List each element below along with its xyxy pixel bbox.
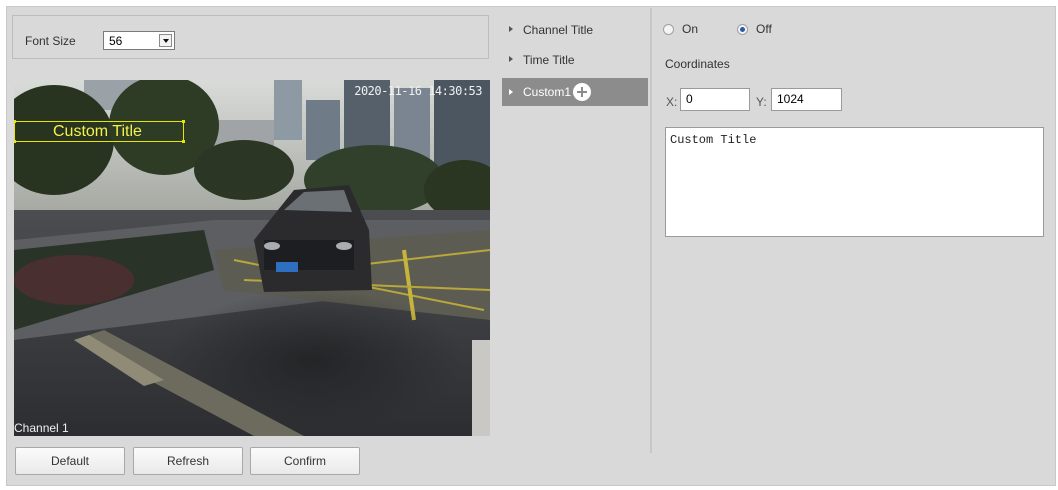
resize-handle[interactable] [14,120,16,123]
x-coordinate-input[interactable]: 0 [680,88,750,111]
custom-title-overlay[interactable]: Custom Title [14,120,185,143]
custom-title-overlay-text: Custom Title [53,123,142,140]
resize-handle[interactable] [182,140,185,143]
on-radio[interactable] [663,24,674,35]
font-size-select[interactable]: 56 [103,31,175,50]
off-radio[interactable] [737,24,748,35]
column-divider [650,8,652,453]
resize-handle[interactable] [14,140,16,143]
tree-item-label: Channel Title [523,23,594,37]
font-size-label: Font Size [25,34,76,48]
osd-channel-label: Channel 1 [14,421,69,435]
default-button[interactable]: Default [15,447,125,475]
caret-right-icon [509,56,513,62]
custom-text-textarea[interactable]: Custom Title [665,127,1044,237]
tree-item-label: Custom1 [523,85,572,99]
coordinates-label: Coordinates [665,57,730,71]
y-coordinate-input[interactable]: 1024 [771,88,842,111]
tree-item-channel-title[interactable]: Channel Title [502,16,648,46]
chevron-down-icon[interactable] [159,34,172,47]
add-icon[interactable] [573,83,591,101]
resize-handle[interactable] [182,120,185,123]
font-size-value: 56 [109,34,123,48]
confirm-button[interactable]: Confirm [250,447,360,475]
on-radio-label: On [682,22,699,36]
video-preview: 2020-11-16 14:30:53 Custom Title Channel… [14,80,490,436]
tree-item-label: Time Title [523,53,575,67]
font-size-panel: Font Size 56 [12,15,489,59]
refresh-button[interactable]: Refresh [133,447,243,475]
tree-item-time-title[interactable]: Time Title [502,46,648,76]
off-radio-label: Off [756,22,772,36]
y-label: Y: [756,95,767,109]
caret-right-icon [509,26,513,32]
x-label: X: [666,95,678,109]
tree-item-custom1[interactable]: Custom1 [502,78,648,106]
overlay-type-list: Channel Title Time Title Custom1 [502,16,648,106]
caret-right-icon [509,89,513,95]
osd-timestamp: 2020-11-16 14:30:53 [354,84,482,98]
